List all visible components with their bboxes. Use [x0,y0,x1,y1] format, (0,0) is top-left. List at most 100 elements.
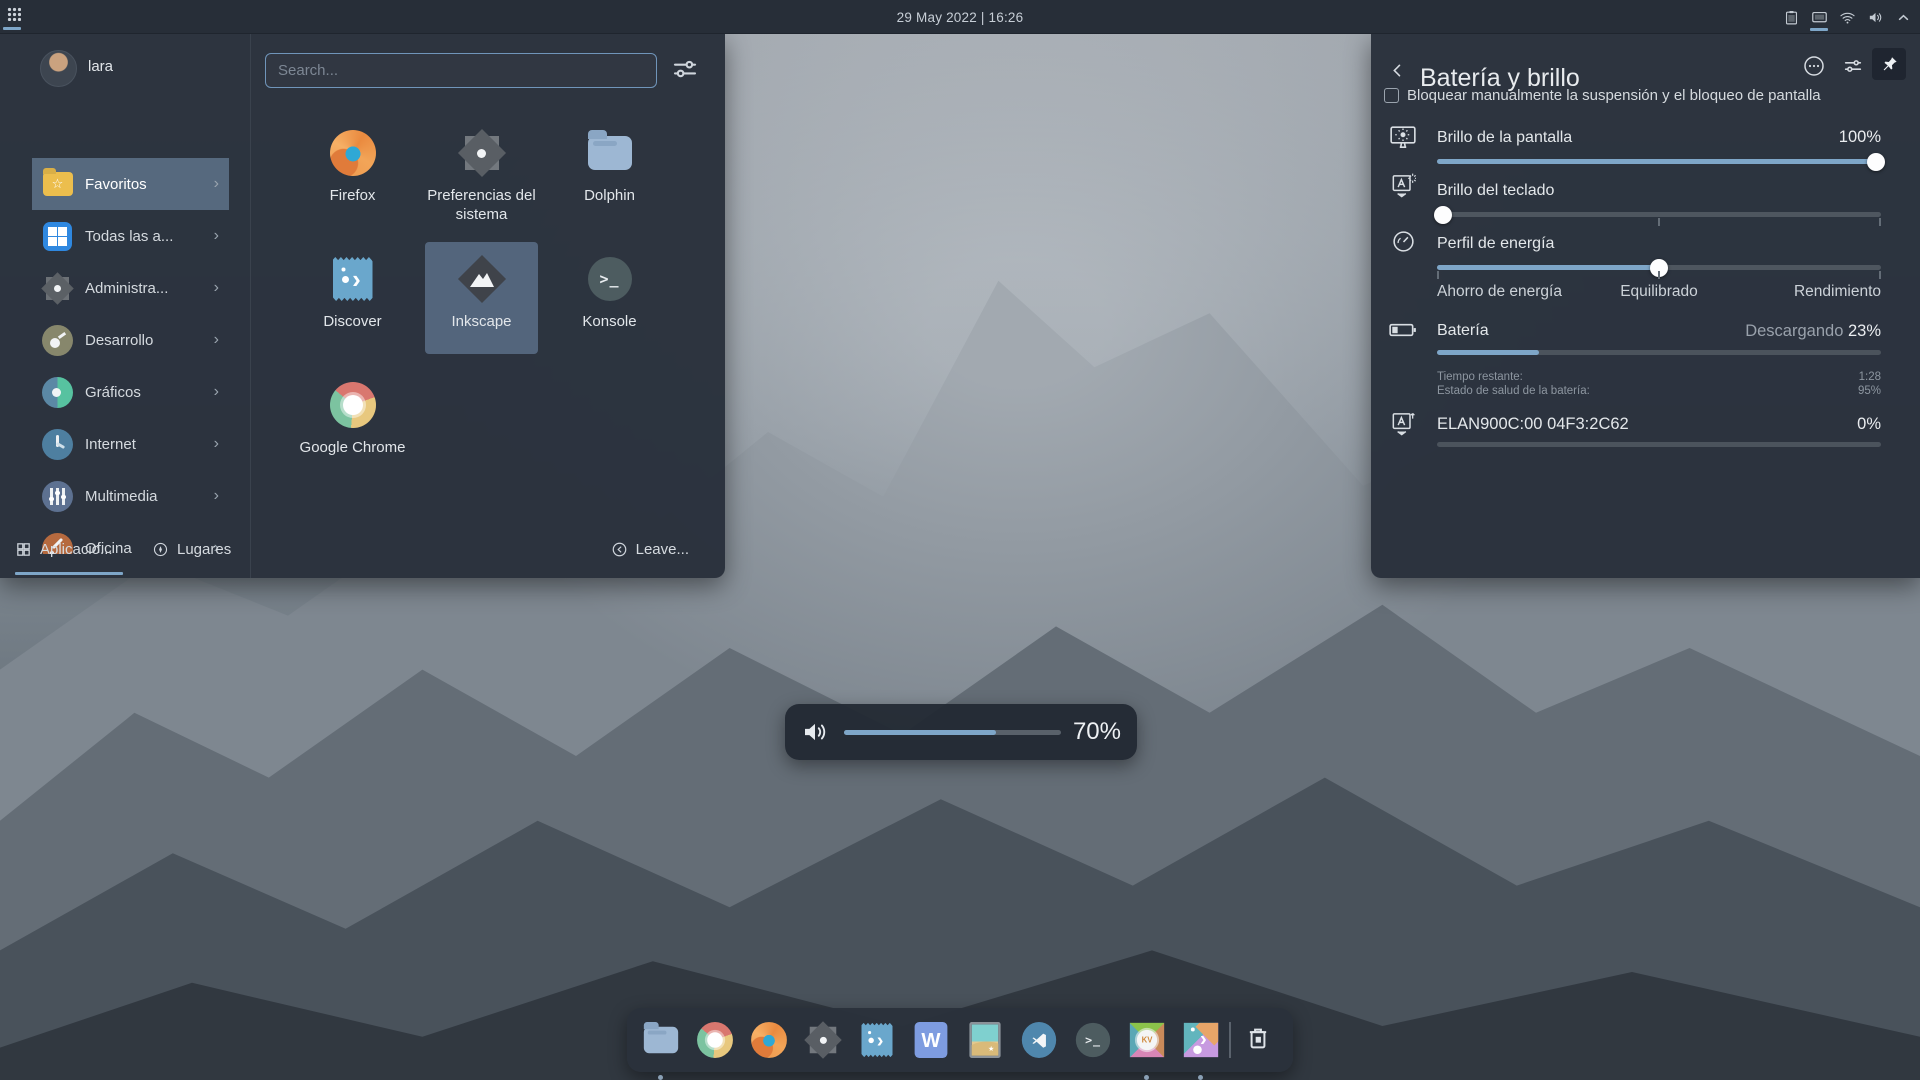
chevron-up-icon[interactable] [1892,6,1914,28]
firefox-icon [750,1021,787,1058]
back-chevron-icon[interactable] [1385,58,1409,82]
search-input[interactable] [265,53,657,88]
system-tray [1780,0,1914,34]
clock[interactable]: 29 May 2022 | 16:26 [0,0,1920,34]
dock-konsole[interactable]: >_ [1074,1021,1112,1059]
app-dolphin[interactable]: Dolphin [553,116,666,228]
task-indicator-app [1198,1075,1203,1080]
chevron-right-icon: › [214,227,219,245]
keyboard-brightness-label: Brillo del teclado [1437,182,1554,200]
leave-icon [611,541,628,558]
keyboard-brightness-slider[interactable] [1437,212,1881,217]
tab-aplicaciones[interactable]: Aplicacio... [15,520,113,578]
screen-brightness-value: 100% [1839,128,1881,147]
option-equilibrado[interactable]: Equilibrado [1585,283,1733,301]
dock-discover[interactable]: › [858,1021,896,1059]
screen-brightness-slider[interactable] [1437,159,1881,164]
clipboard-icon[interactable] [1780,6,1802,28]
dock-separator [1229,1022,1231,1058]
display-active-indicator [1810,28,1828,31]
category-favoritos[interactable]: ☆ Favoritos › [32,158,229,210]
battery-health-row: Estado de salud de la batería:95% [1437,385,1881,397]
app-konsole[interactable]: >_ Konsole [553,242,666,354]
category-multimedia[interactable]: Multimedia › [32,470,229,522]
app-discover[interactable]: › Discover [296,242,409,354]
chevron-right-icon: › [214,435,219,453]
app-inkscape[interactable]: Inkscape [425,242,538,354]
dock-image-viewer[interactable] [966,1021,1004,1059]
keyboard-brightness-icon [1385,171,1421,200]
category-administracion[interactable]: Administra... › [32,262,229,314]
compass-circle-icon [42,429,73,460]
volume-progressbar [844,730,1061,735]
menu-footer: Aplicacio... Lugares Leave... [0,520,725,578]
screen-brightness-label: Brillo de la pantalla [1437,129,1572,147]
volume-value: 70% [1073,718,1121,746]
dock-vscode[interactable] [1020,1021,1058,1059]
dock-writer[interactable]: W [912,1021,950,1059]
trash-icon [1244,1024,1272,1057]
battery-status: Descargando 23% [1745,322,1881,341]
tab-lugares[interactable]: Lugares [152,520,231,578]
top-panel: 29 May 2022 | 16:26 [0,0,1920,34]
chromium-icon [696,1021,733,1058]
image-viewer-icon [966,1021,1003,1058]
app-chevron-icon: › [1182,1021,1219,1058]
tune-sliders-icon[interactable] [1839,52,1867,80]
elan-progressbar [1437,442,1881,447]
task-indicator-kvantum [1144,1075,1149,1080]
dock-trash[interactable] [1239,1021,1277,1059]
tune-sliders-icon[interactable] [670,54,700,84]
option-ahorro[interactable]: Ahorro de energía [1437,283,1585,301]
dock-app-chevron[interactable]: › [1182,1021,1220,1059]
gear-diamond-icon [42,273,73,304]
dolphin-folder-icon [642,1021,679,1058]
screen-brightness-handle[interactable] [1867,153,1885,171]
chrome-icon [329,381,377,429]
app-grid-icon [42,221,73,252]
elan-device-value: 0% [1857,415,1881,434]
folder-icon [586,129,634,177]
keyboard-brightness-handle[interactable] [1434,206,1452,224]
chevron-right-icon: › [214,175,219,193]
power-profile-options: Ahorro de energía Equilibrado Rendimient… [1437,283,1881,301]
dock-dolphin[interactable] [642,1021,680,1059]
battery-icon [1385,317,1421,343]
lock-suspend-checkbox[interactable] [1384,88,1399,103]
folder-star-icon: ☆ [42,169,73,200]
dock-firefox[interactable] [750,1021,788,1059]
ellipsis-circle-icon[interactable] [1800,52,1828,80]
category-graficos[interactable]: Gráficos › [32,366,229,418]
volume-icon[interactable] [1864,6,1886,28]
inkscape-icon [458,255,506,303]
firefox-icon [329,129,377,177]
wifi-icon[interactable] [1836,6,1858,28]
category-internet[interactable]: Internet › [32,418,229,470]
system-settings-icon [804,1021,841,1058]
terminal-icon: >_ [1074,1021,1111,1058]
lock-suspend-label: Bloquear manualmente la suspensión y el … [1407,87,1821,104]
dock-system-settings[interactable] [804,1021,842,1059]
leave-button[interactable]: Leave... [611,520,689,578]
tab-active-indicator [15,572,123,575]
display-icon[interactable] [1808,6,1830,28]
pin-icon[interactable] [1872,48,1906,80]
app-preferencias-del-sistema[interactable]: Preferencias del sistema [425,116,538,228]
keyboard-backlight-device-icon [1385,409,1421,438]
application-launcher-menu: lara ☆ Favoritos › Todas las a... › [0,34,725,578]
split-circle-icon [42,377,73,408]
category-desarrollo[interactable]: Desarrollo › [32,314,229,366]
app-firefox[interactable]: Firefox [296,116,409,228]
kvantum-icon: KV [1128,1021,1165,1058]
category-todas-las-aplicaciones[interactable]: Todas las a... › [32,210,229,262]
user-avatar[interactable] [40,50,77,87]
battery-label: Batería [1437,322,1489,340]
elan-device-label: ELAN900C:00 04F3:2C62 [1437,415,1629,434]
chevron-right-icon: › [214,487,219,505]
option-rendimiento[interactable]: Rendimiento [1733,283,1881,301]
system-settings-icon [458,129,506,177]
dock-kvantum[interactable]: KV [1128,1021,1166,1059]
writer-w-icon: W [912,1021,949,1058]
dock-chromium[interactable] [696,1021,734,1059]
app-google-chrome[interactable]: Google Chrome [296,368,409,480]
